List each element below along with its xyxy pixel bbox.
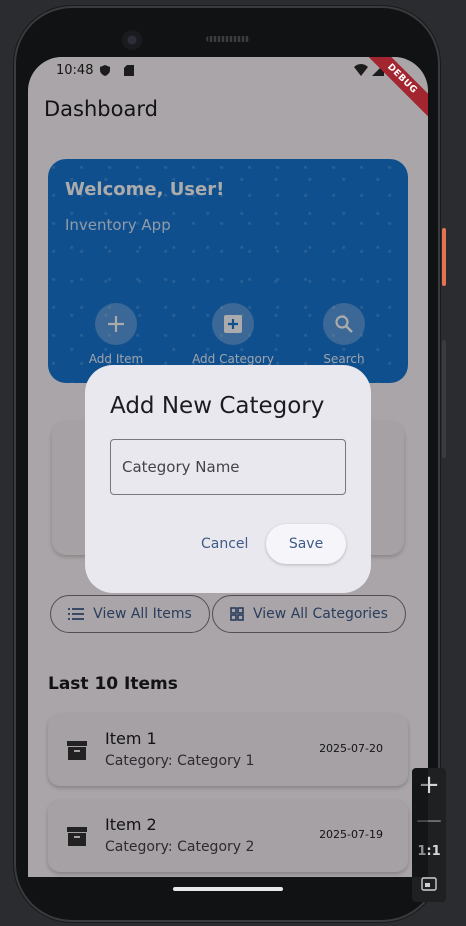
power-button[interactable] <box>442 228 446 286</box>
app-screen: 10:48 DEBUG Dashboard Welcome, User! Inv… <box>28 57 428 877</box>
earpiece-speaker <box>206 36 250 42</box>
front-camera <box>122 30 142 50</box>
save-button[interactable]: Save <box>266 524 346 564</box>
cancel-button[interactable]: Cancel <box>195 528 251 560</box>
fit-screen-button[interactable] <box>412 876 446 895</box>
add-category-dialog: Add New Category Cancel Save <box>85 365 371 593</box>
home-indicator[interactable] <box>173 887 283 891</box>
fit-screen-icon <box>421 877 437 891</box>
dialog-title: Add New Category <box>110 393 325 419</box>
category-name-input[interactable] <box>110 439 346 495</box>
volume-button[interactable] <box>442 340 446 458</box>
